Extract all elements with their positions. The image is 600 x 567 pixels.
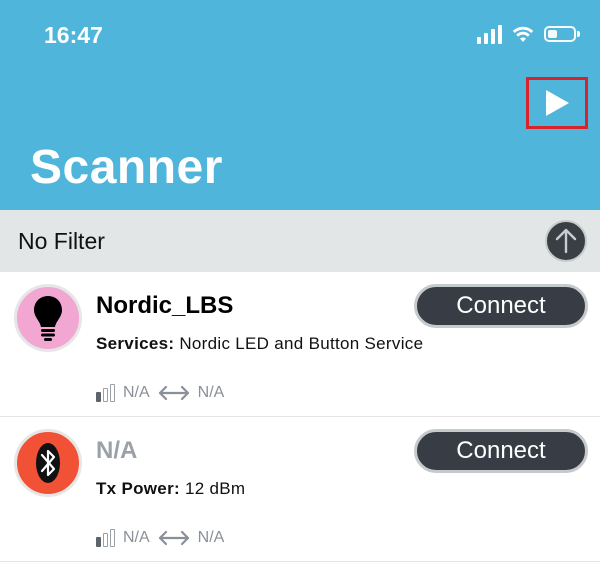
detail-key: Services: xyxy=(96,334,175,353)
device-name: Nordic_LBS xyxy=(96,292,234,319)
row-divider xyxy=(0,561,600,562)
device-row[interactable]: Nordic_LBS Services: Nordic LED and Butt… xyxy=(0,272,600,417)
rssi-value: N/A xyxy=(123,529,150,546)
filter-label: No Filter xyxy=(18,228,105,254)
detail-value: 12 dBm xyxy=(184,479,246,498)
battery-icon xyxy=(544,26,580,42)
connect-button[interactable]: Connect xyxy=(414,429,588,473)
device-meta: N/A N/A xyxy=(96,529,224,547)
arrow-up-icon xyxy=(555,228,577,254)
device-services: Services: Nordic LED and Button Service xyxy=(96,334,423,354)
page-title: Scanner xyxy=(30,141,223,194)
rssi-value: N/A xyxy=(123,384,150,401)
device-meta: N/A N/A xyxy=(96,384,224,402)
detail-key: Tx Power: xyxy=(96,479,180,498)
navigation-header: 16:47 Scanner xyxy=(0,0,600,210)
start-scan-button[interactable] xyxy=(526,77,588,129)
detail-value: Nordic LED and Button Service xyxy=(179,334,424,353)
device-tx-power: Tx Power: 12 dBm xyxy=(96,479,245,499)
filter-bar[interactable]: No Filter xyxy=(0,210,600,272)
bluetooth-icon xyxy=(36,443,60,483)
status-icons xyxy=(477,24,580,44)
lightbulb-icon xyxy=(34,296,62,341)
wifi-icon xyxy=(512,26,534,42)
device-name: N/A xyxy=(96,437,138,464)
device-avatar xyxy=(14,284,82,352)
device-avatar xyxy=(14,429,82,497)
advertising-interval-icon xyxy=(158,530,189,546)
status-time: 16:47 xyxy=(44,22,103,48)
advertising-interval-icon xyxy=(158,385,189,401)
interval-value: N/A xyxy=(197,384,225,401)
filter-toggle-button[interactable] xyxy=(545,220,587,262)
connect-button[interactable]: Connect xyxy=(414,284,588,328)
play-icon xyxy=(546,90,569,116)
cellular-signal-icon xyxy=(477,24,502,44)
device-row[interactable]: N/A Tx Power: 12 dBm Connect N/A N/A xyxy=(0,417,600,562)
rssi-signal-icon xyxy=(96,529,115,547)
rssi-signal-icon xyxy=(96,384,115,402)
interval-value: N/A xyxy=(197,529,225,546)
